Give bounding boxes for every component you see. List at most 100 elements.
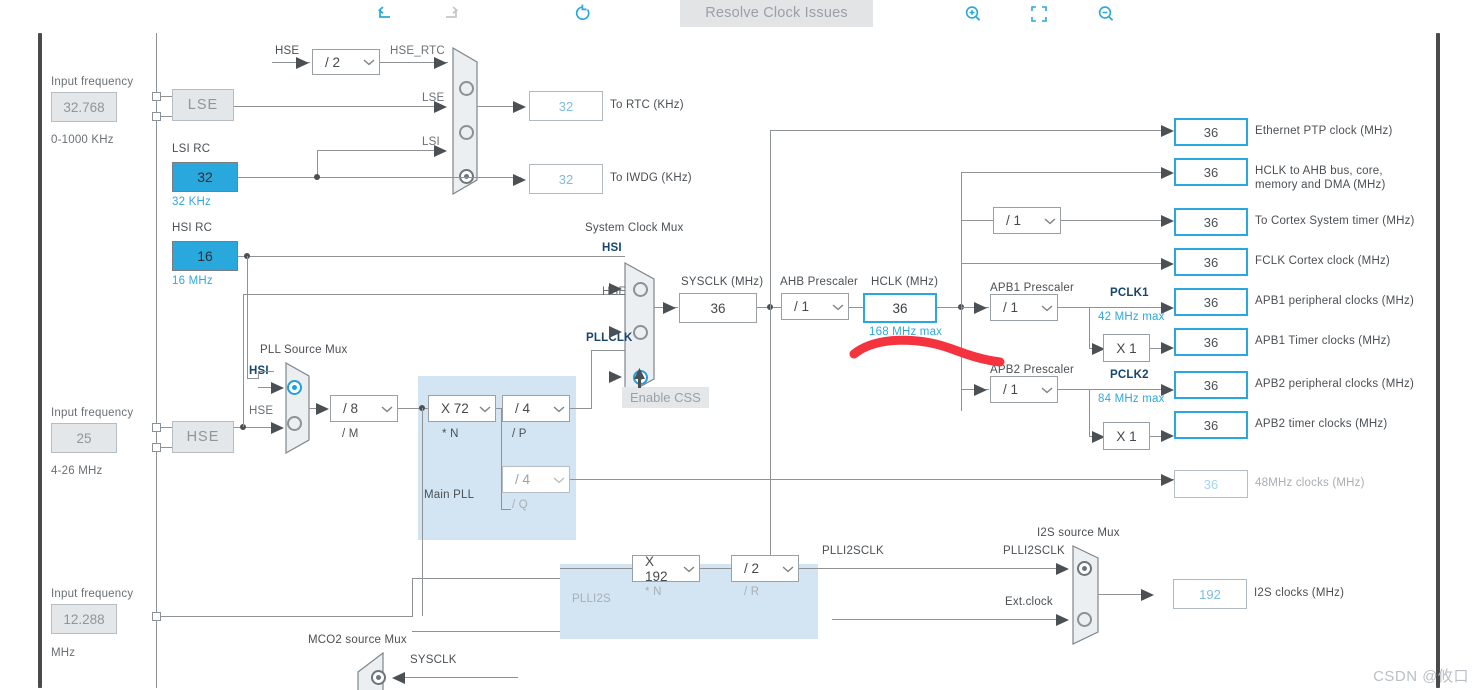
hse-rtc-divider-select[interactable]: / 2 <box>312 49 380 75</box>
i2s-mux-option-plli2sclk[interactable] <box>1077 561 1092 576</box>
output-clock-value[interactable]: 36 <box>1174 288 1248 316</box>
i2s-mux-option-extclock[interactable] <box>1077 612 1092 627</box>
hclk-value[interactable]: 36 <box>863 293 937 323</box>
output-clock-label: APB1 Timer clocks (MHz) <box>1255 335 1391 347</box>
ahb-prescaler-value: / 1 <box>794 299 810 314</box>
main-pll-title: Main PLL <box>424 489 475 501</box>
hsi-rc-title: HSI RC <box>172 222 213 234</box>
i2s-mux-plli2sclk-tag: PLLI2SCLK <box>1003 545 1065 557</box>
chevron-down-icon <box>1040 208 1060 233</box>
system-clock-mux-option-hse[interactable] <box>633 325 648 340</box>
apb1-prescaler-select[interactable]: / 1 <box>990 294 1058 321</box>
output-clock-value[interactable]: 36 <box>1174 248 1248 276</box>
pll-n-label: * N <box>442 428 459 440</box>
hse-oscillator-block[interactable]: HSE <box>172 421 234 453</box>
apb2-prescaler-select[interactable]: / 1 <box>990 376 1058 403</box>
plli2s-n-label: * N <box>645 586 662 598</box>
arrow-i2smux-to-out <box>1141 588 1155 606</box>
to-rtc-value: 32 <box>529 91 603 121</box>
arrow-extclock-to-i2smux <box>1056 613 1070 631</box>
output-clock-value[interactable]: 36 <box>1174 208 1248 236</box>
mco2-source-mux-title: MCO2 source Mux <box>308 634 407 646</box>
chevron-down-icon <box>679 556 699 581</box>
arrow-to-apb1-timer <box>1161 341 1175 359</box>
hsi-rc-value[interactable]: 16 <box>172 241 238 271</box>
lse-input-frequency-range: 0-1000 KHz <box>51 134 114 146</box>
chevron-down-icon <box>549 467 569 492</box>
junction-dot-lsi <box>314 174 320 180</box>
output-clock-value[interactable]: 36 <box>1174 158 1248 186</box>
watermark-text: CSDN @攸口 <box>1373 668 1469 685</box>
output-clock-label: APB2 timer clocks (MHz) <box>1255 418 1388 430</box>
redo-button[interactable] <box>434 0 468 28</box>
output-clock-value[interactable]: 36 <box>1174 371 1248 399</box>
fit-to-screen-icon <box>1031 6 1047 22</box>
undo-button[interactable] <box>368 0 402 28</box>
plli2s-n-multiplier-select[interactable]: X 192 <box>632 554 700 584</box>
lse-input-frequency-field[interactable]: 32.768 <box>51 92 117 122</box>
arrow-hse-to-pll-mux <box>271 421 285 439</box>
hse-pin-in[interactable] <box>152 423 161 432</box>
pll-m-divider-select[interactable]: / 8 <box>330 395 398 422</box>
fit-to-screen-button[interactable] <box>1022 0 1056 28</box>
reset-button[interactable] <box>566 0 600 28</box>
pll-source-mux-option-hsi[interactable] <box>287 380 302 395</box>
lsi-rc-unit: 32 KHz <box>172 196 211 208</box>
lsi-rc-value[interactable]: 32 <box>172 162 238 192</box>
oscillator-bus-line <box>156 33 157 688</box>
pll-p-value: / 4 <box>515 401 531 416</box>
pll-n-multiplier-select[interactable]: X 72 <box>428 395 496 422</box>
pll-m-value: / 8 <box>343 401 359 416</box>
lse-pin-out[interactable] <box>152 112 161 121</box>
arrow-hsi-to-pll-mux <box>271 381 285 399</box>
rtc-mux-option-hse-rtc[interactable] <box>459 81 474 96</box>
pll-source-mux[interactable] <box>285 361 317 459</box>
hse-input-frequency-range: 4-26 MHz <box>51 465 103 477</box>
sysclk-label: SYSCLK (MHz) <box>681 276 764 288</box>
i2s-input-frequency-field[interactable]: 12.288 <box>51 604 117 634</box>
output-clock-label: Ethernet PTP clock (MHz) <box>1255 125 1393 137</box>
arrow-to-48mhz <box>1161 473 1175 491</box>
cortex-systimer-prescaler-value: / 1 <box>1006 213 1022 228</box>
lse-oscillator-block[interactable]: LSE <box>172 89 234 121</box>
rtc-mux-option-lse[interactable] <box>459 125 474 140</box>
plli2s-title: PLLI2S <box>572 593 611 605</box>
i2s-input-frequency-caption: Input frequency <box>51 588 134 600</box>
pll-source-hse-tag: HSE <box>249 405 274 417</box>
arrow-hse-to-sysmux <box>609 325 623 343</box>
i2s-ext-clock-tag: Ext.clock <box>1005 596 1053 608</box>
system-clock-mux-hsi-tag: HSI <box>602 242 622 254</box>
arrow-hse-to-div2 <box>296 56 310 74</box>
clock-tree-canvas[interactable]: Input frequency 32.768 0-1000 KHz Input … <box>0 30 1475 690</box>
pll-q-divider-select[interactable]: / 4 <box>502 466 570 493</box>
zoom-out-button[interactable] <box>1089 0 1123 28</box>
pll-source-mux-option-hse[interactable] <box>287 416 302 431</box>
resolve-clock-issues-button[interactable]: Resolve Clock Issues <box>680 0 873 27</box>
hse-pin-out[interactable] <box>152 443 161 452</box>
cortex-systimer-prescaler-select[interactable]: / 1 <box>993 207 1061 234</box>
zoom-in-button[interactable] <box>956 0 990 28</box>
plli2s-r-divider-select[interactable]: / 2 <box>731 555 799 582</box>
arrow-to-rtc <box>513 100 527 118</box>
system-clock-mux-option-hsi[interactable] <box>633 282 648 297</box>
ahb-prescaler-select[interactable]: / 1 <box>781 293 849 320</box>
i2s-ext-pin[interactable] <box>152 612 161 621</box>
output-clock-value[interactable]: 36 <box>1174 118 1248 146</box>
chevron-down-icon <box>359 50 379 74</box>
chevron-down-icon <box>828 294 848 319</box>
output-clock-value[interactable]: 36 <box>1174 328 1248 356</box>
apb1-prescaler-value: / 1 <box>1003 300 1019 315</box>
output-clock-value[interactable]: 36 <box>1174 411 1248 439</box>
apb1-prescaler-label: APB1 Prescaler <box>990 282 1074 294</box>
hse-input-frequency-field[interactable]: 25 <box>51 423 117 453</box>
pll-p-divider-select[interactable]: / 4 <box>502 395 570 422</box>
pclk2-tag: PCLK2 <box>1110 369 1149 381</box>
i2s-source-mux[interactable] <box>1072 545 1108 650</box>
plli2s-r-label: / R <box>744 586 760 598</box>
lse-pin-in[interactable] <box>152 92 161 101</box>
output-clock-label: To Cortex System timer (MHz) <box>1255 215 1415 227</box>
arrow-sysclk-to-mco2 <box>392 671 406 689</box>
lse-input-frequency-caption: Input frequency <box>51 76 134 88</box>
mco2-mux-option-sysclk[interactable] <box>371 670 386 685</box>
apb1-timer-multiplier: X 1 <box>1103 334 1150 362</box>
